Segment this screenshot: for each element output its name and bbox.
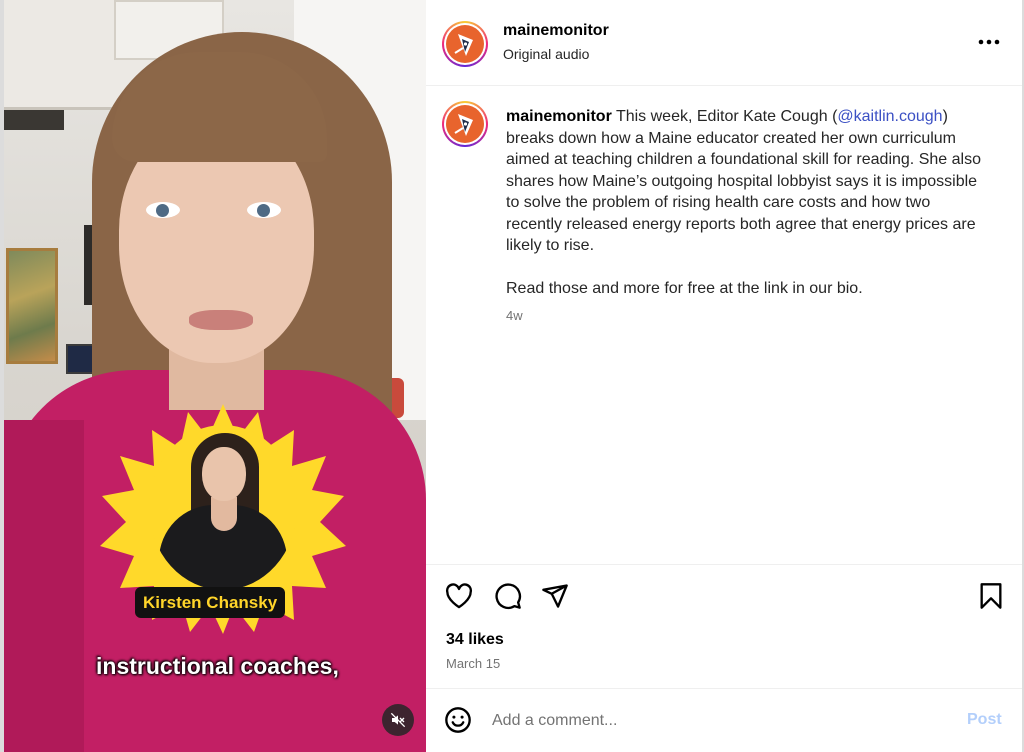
video-subtitle: instructional coaches,	[96, 653, 339, 679]
bookmark-icon	[980, 583, 1002, 609]
caption-paragraph-2: Read those and more for free at the link…	[506, 279, 863, 297]
send-icon	[542, 584, 568, 608]
comment-composer: Post	[426, 688, 1022, 752]
post-caption: mainemonitor This week, Editor Kate Coug…	[506, 106, 984, 320]
caption-author-avatar[interactable]	[442, 101, 488, 147]
comment-button[interactable]	[493, 581, 523, 611]
comment-input[interactable]	[492, 709, 932, 733]
post-header: mainemonitor Original audio	[426, 0, 1022, 86]
comment-icon	[495, 583, 522, 610]
featured-person-photo	[149, 425, 297, 590]
username-link[interactable]: mainemonitor	[503, 22, 609, 40]
emoji-icon	[445, 707, 471, 733]
caption-text-end: ) breaks down how a Maine educator creat…	[506, 108, 981, 254]
mute-button[interactable]	[382, 704, 414, 736]
post-date[interactable]: March 15	[446, 656, 500, 671]
post-age[interactable]: 4w	[506, 308, 523, 323]
audio-label-link[interactable]: Original audio	[503, 46, 589, 62]
speaker-mouth	[189, 310, 253, 330]
likes-count[interactable]: 34 likes	[446, 631, 504, 649]
heart-icon	[445, 583, 473, 609]
profile-avatar[interactable]	[442, 21, 488, 67]
like-button[interactable]	[444, 581, 474, 611]
more-horizontal-icon	[978, 39, 1000, 45]
speaker-eye-right	[247, 202, 281, 218]
emoji-button[interactable]	[444, 706, 474, 736]
post-comment-button[interactable]: Post	[967, 711, 1002, 729]
more-options-button[interactable]	[974, 30, 1004, 54]
action-bar: 34 likes March 15	[426, 564, 1022, 688]
caption-username-link[interactable]: mainemonitor	[506, 108, 612, 125]
background-painting	[6, 248, 58, 364]
speaker-eye-left	[146, 202, 180, 218]
maine-monitor-logo-icon	[454, 114, 473, 136]
speaker-sweater-shadow	[4, 420, 84, 752]
reel-video[interactable]: Kirsten Chansky instructional coaches,	[4, 0, 426, 752]
post-panel: mainemonitor Original audio mainemonitor…	[426, 0, 1022, 752]
mention-link[interactable]: @kaitlin.cough	[837, 108, 942, 125]
name-tag: Kirsten Chansky	[135, 587, 286, 618]
save-button[interactable]	[976, 581, 1006, 611]
caption-text-start: This week, Editor Kate Cough (	[611, 108, 838, 125]
background-shelf	[4, 110, 64, 130]
share-button[interactable]	[540, 581, 570, 611]
maine-monitor-logo-icon	[454, 34, 473, 56]
muted-speaker-icon	[390, 712, 406, 728]
